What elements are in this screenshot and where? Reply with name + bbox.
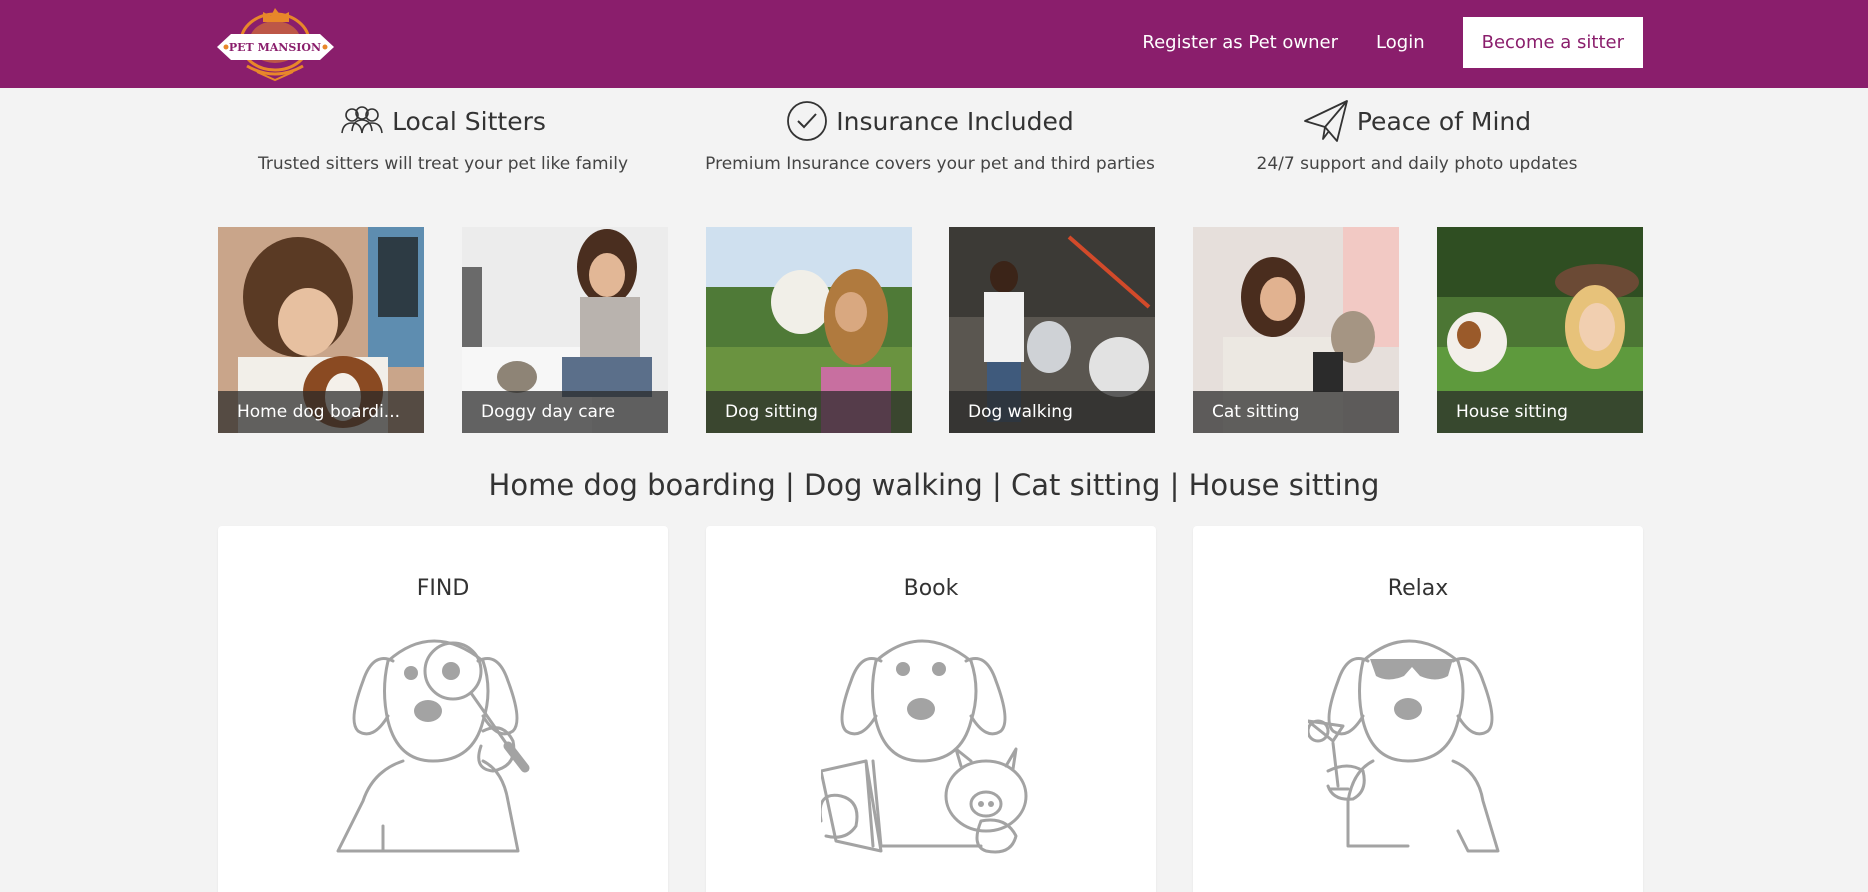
feature-title: Local Sitters [392,106,546,136]
svg-text:PET MANSION: PET MANSION [229,41,321,54]
register-pet-owner-link[interactable]: Register as Pet owner [1142,32,1338,53]
feature-description: Trusted sitters will treat your pet like… [257,154,629,174]
service-caption: Dog walking [949,391,1155,433]
step-card-find: FIND [218,526,668,892]
top-nav: Register as Pet owner Login Become a sit… [1104,17,1643,68]
login-link[interactable]: Login [1376,32,1425,53]
service-tile-dog-sitting[interactable]: Dog sitting [706,227,912,433]
people-icon [341,106,383,134]
paper-plane-icon [1303,100,1348,142]
service-tile-dog-walking[interactable]: Dog walking [949,227,1155,433]
step-title: FIND [416,576,470,601]
step-card-book: Book [706,526,1156,892]
service-tiles: Home dog boardi... Doggy day care Dog si… [218,227,1643,433]
feature-description: Premium Insurance covers your pet and th… [705,154,1155,174]
check-circle-icon [787,101,828,141]
feature-peace-of-mind: Peace of Mind 24/7 support and daily pho… [1187,98,1647,174]
dog-piggybank-icon [821,639,1028,854]
service-tile-doggy-day-care[interactable]: Doggy day care [462,227,668,433]
pet-mansion-logo[interactable]: PET MANSION [217,6,334,82]
service-tile-house-sitting[interactable]: House sitting [1437,227,1643,433]
service-tile-cat-sitting[interactable]: Cat sitting [1193,227,1399,433]
become-sitter-button[interactable]: Become a sitter [1462,17,1643,68]
feature-local-sitters: Local Sitters Trusted sitters will treat… [213,98,673,174]
step-card-relax: Relax [1193,526,1643,892]
dog-sunglasses-icon [1308,639,1500,853]
services-tagline: Home dog boarding | Dog walking | Cat si… [488,468,1380,502]
step-title: Relax [1387,576,1449,601]
feature-title: Insurance Included [836,106,1074,136]
service-caption: Dog sitting [706,391,912,433]
service-caption: Cat sitting [1193,391,1399,433]
service-tile-home-dog-boarding[interactable]: Home dog boardi... [218,227,424,433]
dog-magnifier-icon [336,639,530,853]
feature-description: 24/7 support and daily photo updates [1256,154,1578,174]
service-caption: Doggy day care [462,391,668,433]
step-title: Book [903,576,959,601]
service-caption: Home dog boardi... [218,391,424,433]
feature-title: Peace of Mind [1356,106,1532,136]
feature-insurance: Insurance Included Premium Insurance cov… [700,98,1160,174]
service-caption: House sitting [1437,391,1643,433]
top-header: PET MANSION Register as Pet owner Login … [0,0,1868,88]
